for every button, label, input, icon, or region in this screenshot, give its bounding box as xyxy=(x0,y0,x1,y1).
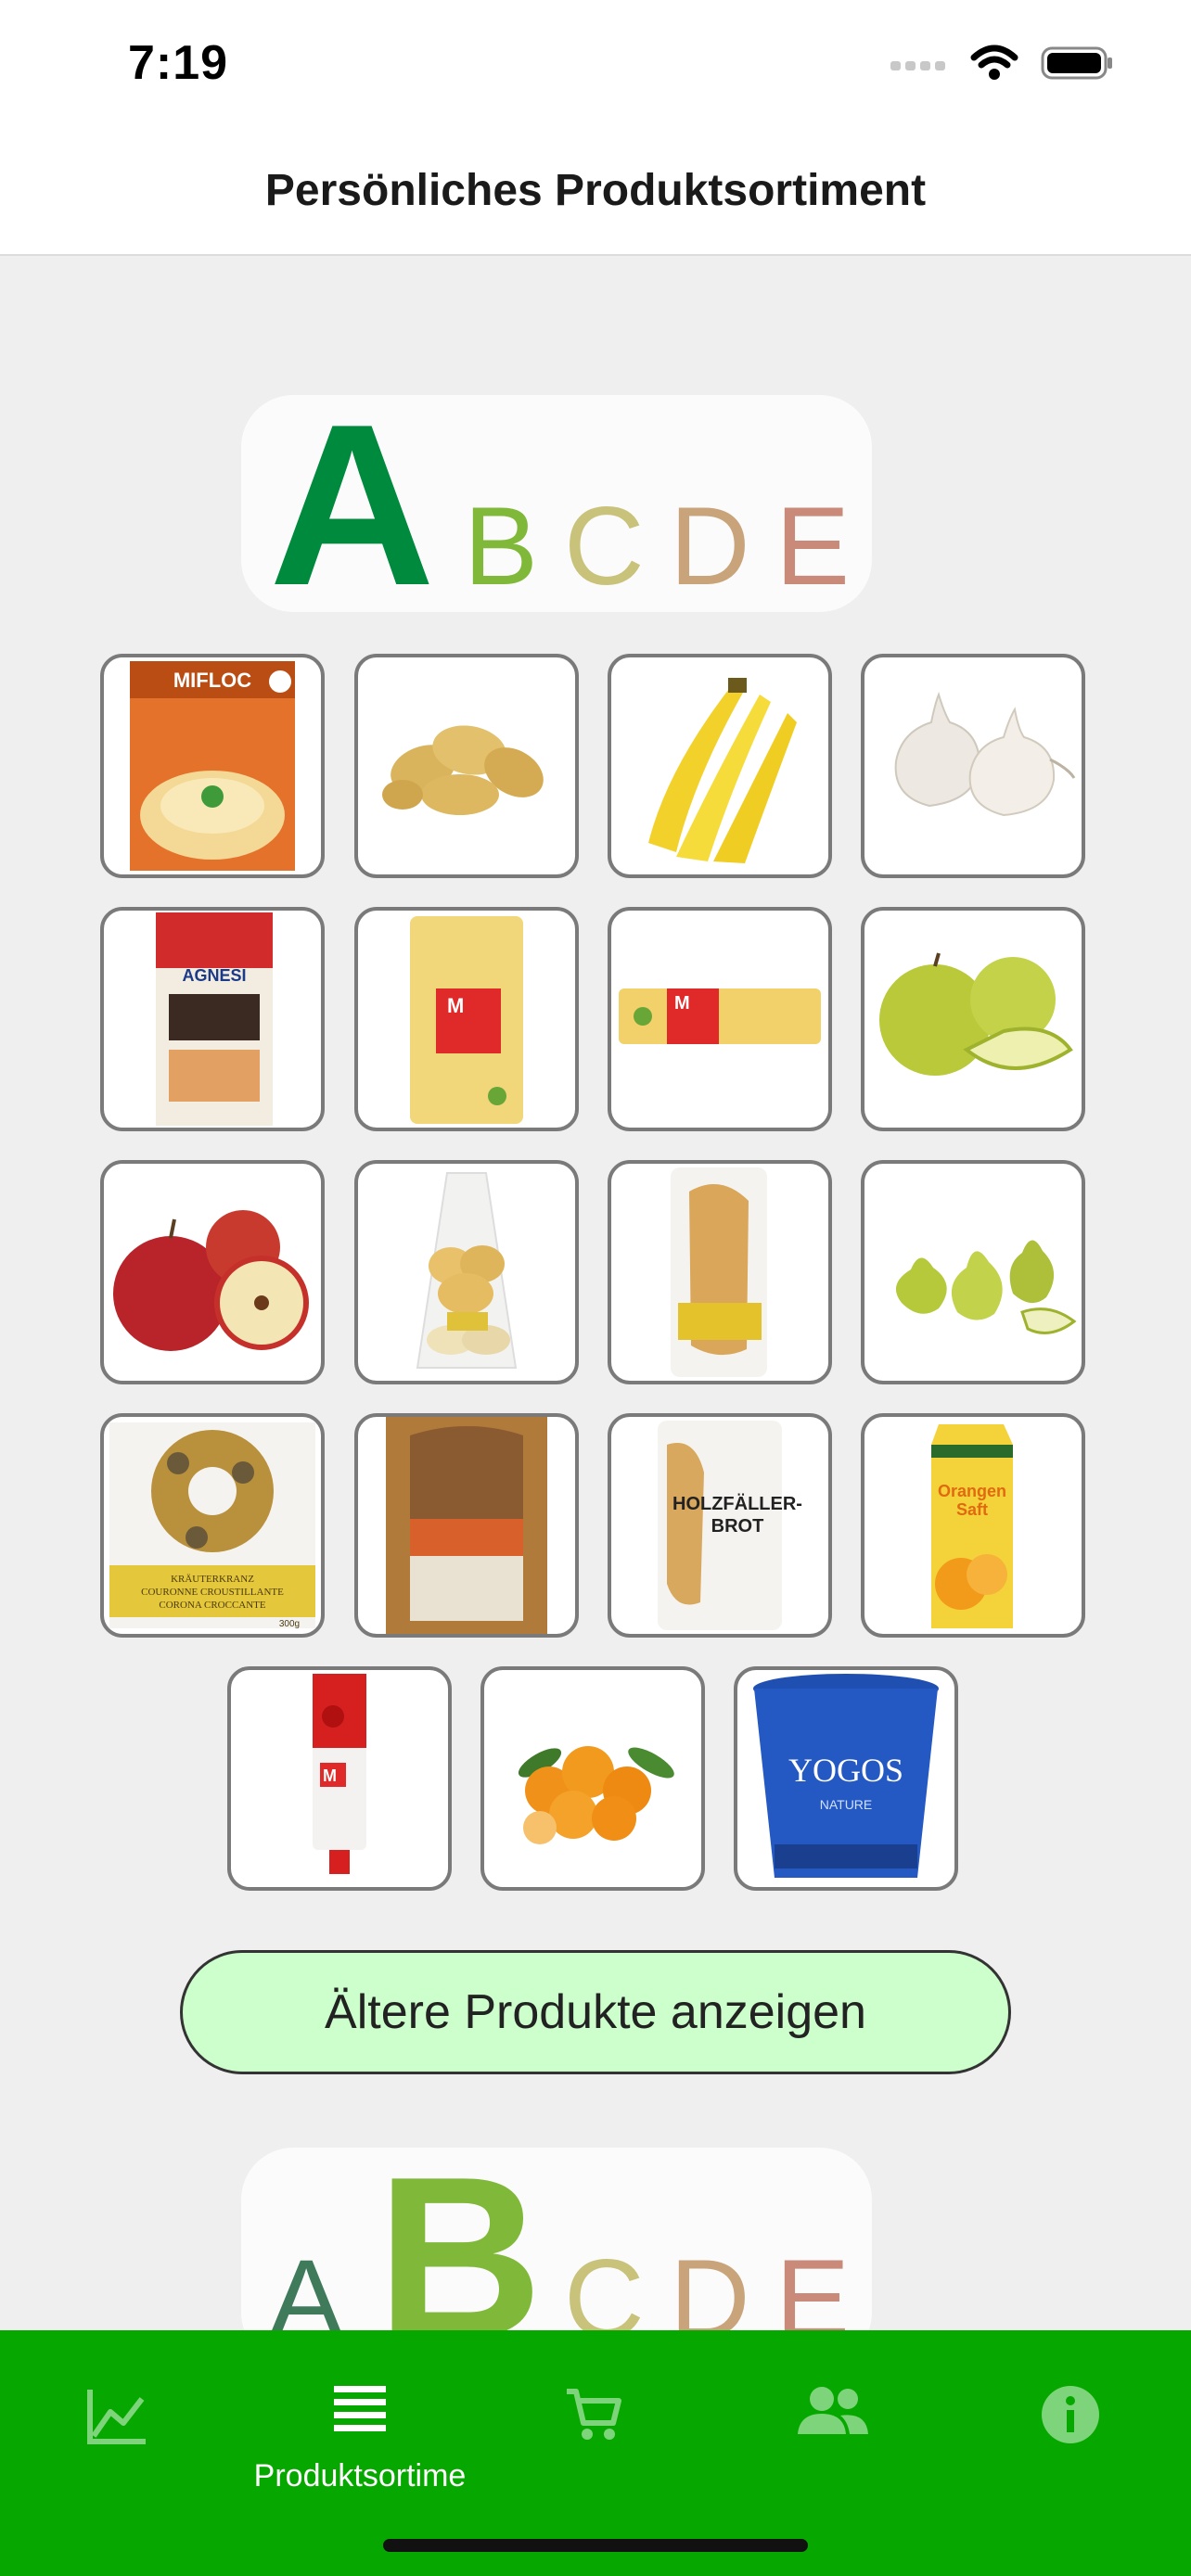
pasta-box-icon: AGNESI xyxy=(156,912,273,1126)
grade-letter-d: D xyxy=(670,484,750,608)
product-tile-pears[interactable] xyxy=(861,1160,1085,1384)
page-title: Persönliches Produktsortiment xyxy=(264,166,927,215)
product-text-mifloc: MIFLOC xyxy=(173,669,251,692)
tab-statistics[interactable] xyxy=(6,2367,228,2497)
product-tile-spaghettini[interactable]: M xyxy=(608,907,832,1131)
product-text-juice-1: Orangen xyxy=(938,1482,1006,1500)
pears-icon xyxy=(895,1240,1077,1334)
cart-icon xyxy=(567,2389,621,2440)
bread-rolls-icon xyxy=(416,1172,518,1369)
bread-loaf-icon xyxy=(386,1417,547,1634)
spaghetti-pack-icon: M xyxy=(619,988,821,1044)
garlic-icon xyxy=(894,691,1076,817)
grade-letter-e: E xyxy=(775,484,850,608)
chart-line-icon xyxy=(87,2390,146,2444)
grade-a-header: A B C D E xyxy=(241,395,872,612)
navigation-bar: Persönliches Produktsortiment xyxy=(0,130,1191,256)
product-tile-rolls[interactable] xyxy=(354,1160,579,1384)
product-text-holzfaeller-1: HOLZFÄLLER- xyxy=(672,1493,802,1514)
mandarins-icon xyxy=(518,1746,674,1844)
product-text-spaghettini: M xyxy=(674,993,690,1014)
potatoes-icon xyxy=(382,725,544,815)
battery-icon xyxy=(1041,46,1112,80)
product-text-wreath-3: CORONA CROCCANTE xyxy=(159,1600,265,1611)
green-apples-icon xyxy=(879,952,1073,1076)
product-tile-mandarins[interactable] xyxy=(480,1666,705,1891)
tab-people[interactable] xyxy=(722,2367,944,2497)
status-time: 7:19 xyxy=(128,36,229,90)
wifi-icon xyxy=(970,45,1018,80)
product-tile-potatoes[interactable] xyxy=(354,654,579,878)
product-tile-mifloc[interactable]: MIFLOC xyxy=(100,654,325,878)
product-text-agnesi: AGNESI xyxy=(182,966,246,985)
grade-letter-b: B xyxy=(464,484,538,608)
juice-carton-icon: Orangen Saft xyxy=(931,1424,1013,1628)
bananas-icon xyxy=(648,678,797,863)
product-text-holzfaeller-2: BROT xyxy=(711,1516,764,1537)
product-tile-tomato-puree[interactable]: M xyxy=(227,1666,452,1891)
product-text-tomato: M xyxy=(323,1766,337,1785)
pasta-bag-icon: M xyxy=(410,916,523,1124)
tab-products[interactable]: Produktsortime xyxy=(249,2367,471,2497)
product-text-nature: NATURE xyxy=(820,1797,873,1812)
red-apples-icon xyxy=(113,1210,309,1351)
product-tile-kraeuterkranz[interactable]: KRÄUTERKRANZ COURONNE CROUSTILLANTE CORO… xyxy=(100,1413,325,1638)
product-tile-agnesi[interactable]: AGNESI xyxy=(100,907,325,1131)
grade-letter-a: A xyxy=(269,395,435,612)
signal-icon xyxy=(890,61,945,70)
status-bar: 7:19 xyxy=(0,0,1191,130)
baguette-icon xyxy=(671,1167,767,1377)
product-tile-orange-juice[interactable]: Orangen Saft xyxy=(861,1413,1085,1638)
product-text-wreath-1: KRÄUTERKRANZ xyxy=(171,1574,254,1585)
product-text-wreath-2: COURONNE CROUSTILLANTE xyxy=(141,1587,284,1598)
product-text-hoernli: M xyxy=(447,994,464,1017)
info-icon xyxy=(1042,2386,1099,2443)
product-tile-green-apples[interactable] xyxy=(861,907,1085,1131)
tab-info[interactable] xyxy=(959,2367,1182,2497)
home-indicator xyxy=(383,2539,808,2552)
product-tile-hoernli[interactable]: M xyxy=(354,907,579,1131)
product-text-yogos: YOGOS xyxy=(788,1752,903,1789)
status-icons xyxy=(890,45,1115,82)
grade-letter-c: C xyxy=(564,484,645,608)
older-products-button[interactable]: Ältere Produkte anzeigen xyxy=(180,1950,1011,2074)
product-tile-holzfaeller[interactable]: HOLZFÄLLER- BROT xyxy=(608,1413,832,1638)
product-box-icon: MIFLOC xyxy=(130,661,295,871)
tab-label-products: Produktsortime xyxy=(253,2458,467,2493)
product-text-juice-2: Saft xyxy=(956,1500,988,1519)
product-tile-yogurt[interactable]: YOGOS NATURE xyxy=(734,1666,958,1891)
tomato-tube-icon: M xyxy=(313,1674,366,1874)
product-tile-bread[interactable] xyxy=(354,1413,579,1638)
product-tile-red-apples[interactable] xyxy=(100,1160,325,1384)
nutri-score-a-icon: A B C D E xyxy=(269,395,850,612)
yogurt-cup-icon: YOGOS NATURE xyxy=(753,1674,939,1878)
bread-bag-icon: HOLZFÄLLER- BROT xyxy=(658,1421,802,1630)
people-icon xyxy=(798,2387,868,2434)
product-tile-bananas[interactable] xyxy=(608,654,832,878)
tab-cart[interactable] xyxy=(482,2367,705,2497)
product-text-wreath-weight: 300g xyxy=(279,1619,300,1629)
bread-wreath-icon: KRÄUTERKRANZ COURONNE CROUSTILLANTE CORO… xyxy=(109,1422,315,1629)
product-tile-baguette[interactable] xyxy=(608,1160,832,1384)
list-icon xyxy=(334,2386,386,2431)
product-tile-garlic[interactable] xyxy=(861,654,1085,878)
